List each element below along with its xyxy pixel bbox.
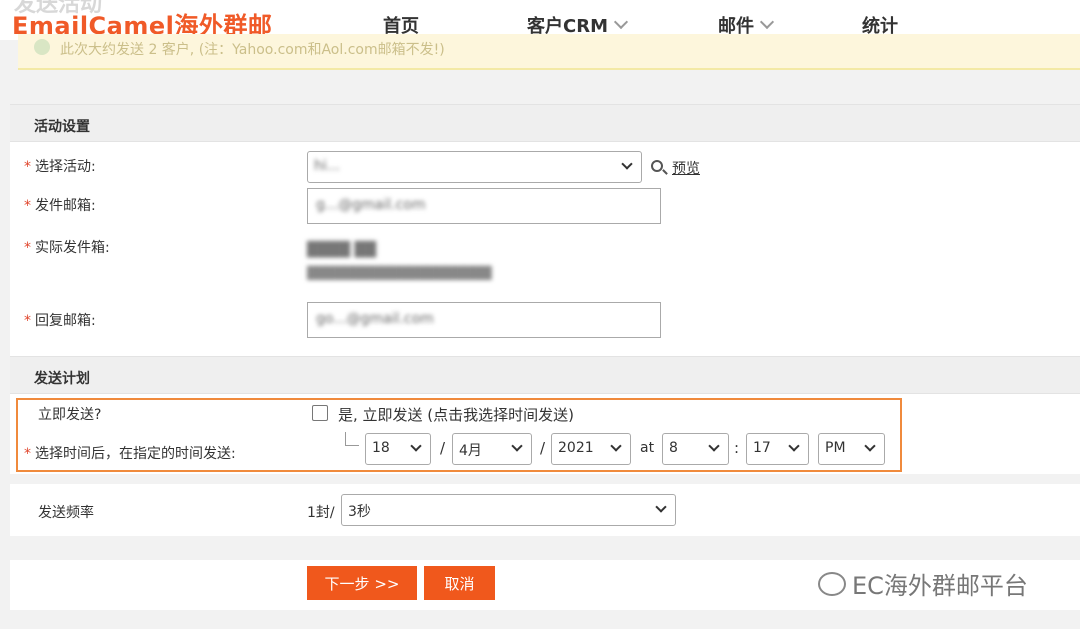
section-send-plan: 发送计划: [10, 356, 1080, 394]
chevron-down-icon: [410, 440, 422, 452]
watermark-text: EC海外群邮平台: [852, 572, 1028, 600]
reply-email-label: * 回复邮箱:: [24, 313, 96, 329]
wechat-icon: [818, 571, 846, 596]
chevron-down-icon: [621, 158, 633, 170]
next-step-button[interactable]: 下一步 >>: [307, 566, 417, 600]
send-now-label: 立即发送?: [38, 407, 102, 423]
chevron-down-icon: [708, 440, 720, 452]
chevron-down-icon: [610, 440, 622, 452]
activity-select[interactable]: hi...: [307, 151, 642, 183]
frequency-select[interactable]: 3秒: [341, 494, 676, 526]
ampm-select[interactable]: PM: [818, 433, 885, 465]
notice-text: 此次大约发送 2 客户, (注：Yahoo.com和Aol.com邮箱不发!): [60, 42, 445, 58]
date-separator: /: [440, 439, 446, 457]
actual-sender-address: ████████████████████: [307, 266, 492, 280]
frequency-row: 发送频率 1封/ 3秒: [10, 484, 1080, 536]
watermark: EC海外群邮平台: [818, 566, 1028, 601]
at-label: at: [640, 440, 655, 456]
chevron-down-icon: [511, 440, 523, 452]
time-separator: :: [734, 439, 740, 457]
chevron-down-icon: [655, 501, 667, 513]
frequency-label: 发送频率: [38, 505, 94, 521]
sender-email-label: * 发件邮箱:: [24, 198, 96, 214]
schedule-label: * 选择时间后，在指定的时间发送:: [24, 446, 236, 462]
send-now-checkbox-text[interactable]: 是, 立即发送 (点击我选择时间发送): [338, 404, 574, 425]
frequency-prefix: 1封/: [307, 505, 335, 521]
day-select[interactable]: 18: [365, 433, 431, 465]
hour-select[interactable]: 8: [662, 433, 729, 465]
minute-select[interactable]: 17: [746, 433, 809, 465]
zoom-icon: [651, 160, 663, 172]
actual-sender-label: * 实际发件箱:: [24, 240, 110, 256]
date-separator: /: [540, 439, 546, 457]
cancel-button[interactable]: 取消: [424, 566, 495, 600]
send-now-checkbox[interactable]: [312, 405, 328, 421]
year-select[interactable]: 2021: [551, 433, 631, 465]
actual-sender-name: ████ ██: [307, 242, 377, 258]
chevron-down-icon: [759, 14, 775, 30]
notice-banner: 此次大约发送 2 客户, (注：Yahoo.com和Aol.com邮箱不发!): [18, 34, 1080, 70]
check-circle-icon: [34, 39, 50, 55]
select-activity-label: * 选择活动:: [24, 159, 96, 175]
sender-email-field[interactable]: g...@gmail.com: [307, 188, 661, 224]
reply-email-field[interactable]: go...@gmail.com: [307, 302, 661, 338]
chevron-down-icon: [864, 440, 876, 452]
tree-connector: [345, 432, 359, 446]
month-select[interactable]: 4月: [452, 433, 532, 465]
form-panel: 活动设置 * 选择活动: hi... 预览 * 发件邮箱: g...@gmail.c…: [10, 104, 1080, 474]
chevron-down-icon: [788, 440, 800, 452]
chevron-down-icon: [613, 14, 629, 30]
section-activity-settings: 活动设置: [10, 104, 1080, 142]
preview-link[interactable]: 预览: [672, 158, 700, 178]
